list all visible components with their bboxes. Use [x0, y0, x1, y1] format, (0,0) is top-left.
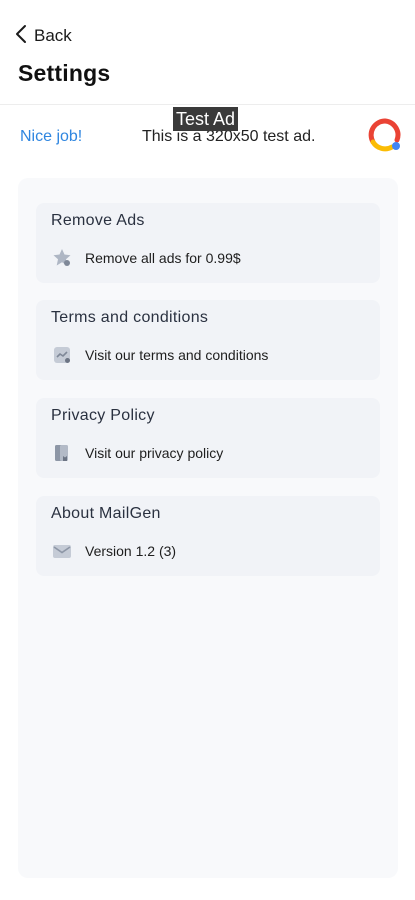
ad-nice-text[interactable]: Nice job! — [20, 128, 82, 146]
chevron-left-icon — [14, 24, 30, 49]
settings-item-row[interactable]: Visit our terms and conditions — [51, 344, 268, 366]
test-ad-badge: Test Ad — [173, 107, 239, 131]
page-title: Settings — [18, 60, 111, 86]
settings-item-text: Visit our terms and conditions — [85, 347, 269, 363]
settings-item-row[interactable]: Remove all ads for 0.99$ — [51, 247, 241, 269]
settings-item-row[interactable]: Visit our privacy policy — [51, 442, 223, 464]
book-icon — [51, 442, 73, 464]
settings-item-text: Remove all ads for 0.99$ — [85, 250, 241, 266]
settings-item-text: Visit our privacy policy — [85, 445, 224, 461]
admob-logo-icon[interactable] — [368, 118, 402, 152]
settings-item-about[interactable]: About MailGen Version 1.2 (3) — [36, 496, 380, 576]
document-icon — [51, 344, 73, 366]
settings-item-remove-ads[interactable]: Remove Ads Remove all ads for 0.99$ — [36, 203, 380, 283]
settings-item-title: Remove Ads — [51, 212, 145, 229]
settings-item-title: About MailGen — [51, 505, 161, 522]
settings-item-privacy[interactable]: Privacy Policy Visit our privacy policy — [36, 398, 380, 478]
back-button[interactable]: Back — [14, 22, 72, 50]
ad-banner[interactable]: Nice job! This is a 320x50 test ad. Test… — [0, 104, 415, 161]
settings-item-row[interactable]: Version 1.2 (3) — [51, 540, 176, 562]
mail-icon — [51, 540, 73, 562]
settings-panel: Remove Ads Remove all ads for 0.99$ Term… — [18, 178, 398, 878]
settings-item-title: Privacy Policy — [51, 407, 155, 424]
settings-item-terms[interactable]: Terms and conditions Visit our terms and… — [36, 300, 380, 380]
star-badge-icon — [51, 247, 73, 269]
top-navigation-bar: Back Settings — [0, 0, 415, 104]
settings-item-text: Version 1.2 (3) — [85, 543, 177, 559]
back-label: Back — [34, 26, 72, 45]
settings-item-title: Terms and conditions — [51, 309, 209, 326]
